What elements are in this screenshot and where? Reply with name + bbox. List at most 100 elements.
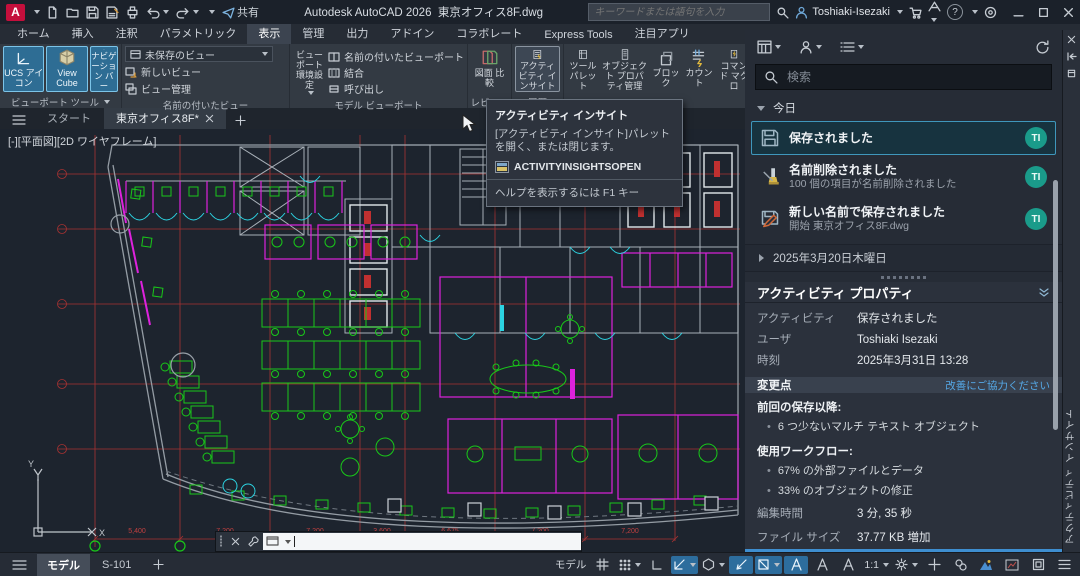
help-menu-caret[interactable] [972, 10, 978, 14]
hardware-acceleration-button[interactable] [1000, 556, 1024, 574]
named-viewports-button[interactable]: 名前の付いたビューポート [328, 49, 464, 64]
ucs-icon-toggle[interactable]: UCS アイコン [3, 46, 44, 92]
refresh-button[interactable] [1035, 40, 1050, 55]
customization-gear-button[interactable] [893, 556, 920, 574]
search-icon[interactable] [776, 6, 789, 19]
command-line[interactable] [215, 531, 582, 552]
user-filter-button[interactable] [799, 40, 822, 54]
section-today[interactable]: 今日 [745, 96, 1062, 120]
help-icon[interactable]: ? [947, 4, 963, 20]
activity-type-filter-button[interactable] [757, 40, 781, 54]
properties-palette-button[interactable]: オブジェクト プロパティ管理 [601, 46, 648, 92]
help-search-input[interactable] [588, 3, 770, 21]
app-menu-caret[interactable] [34, 10, 40, 14]
model-space-button[interactable]: モデル [553, 556, 589, 574]
grid-display-toggle[interactable] [590, 556, 614, 574]
plot-button[interactable] [126, 6, 139, 19]
restore-button[interactable] [1038, 7, 1049, 18]
autodesk-logo-icon[interactable] [928, 0, 941, 25]
redo-button[interactable] [176, 6, 199, 19]
file-tab-menu-icon[interactable] [4, 111, 34, 129]
join-viewports-button[interactable]: 結合 [328, 65, 464, 80]
command-line-customize-icon[interactable] [244, 536, 263, 547]
drawing-compare-button[interactable]: 図面 比較 [471, 46, 508, 92]
collapse-chevron-icon[interactable] [1038, 286, 1050, 298]
tab-parametric[interactable]: パラメトリック [149, 22, 248, 44]
activity-item-purged[interactable]: 名前削除されました 100 個の項目が名前削除されました TI [751, 157, 1056, 197]
qat-customize-caret[interactable] [206, 10, 215, 14]
command-input[interactable] [263, 533, 581, 550]
viewport-controls-label[interactable]: [-][平面図][2D ワイヤフレーム] [8, 133, 156, 149]
layout-menu-icon[interactable] [4, 559, 35, 571]
polar-tracking-toggle[interactable] [671, 556, 698, 574]
palette-vertical-title[interactable]: アクティビティ インサイト [1064, 408, 1079, 544]
properties-header[interactable]: アクティビティ プロパティ [745, 282, 1062, 303]
command-line-close-icon[interactable] [227, 537, 244, 546]
view-manager-button[interactable]: ビュー管理 [125, 81, 286, 96]
restore-viewport-button[interactable]: 呼び出し [328, 81, 464, 96]
tab-insert[interactable]: 挿入 [61, 22, 105, 44]
feedback-icon[interactable] [984, 6, 997, 19]
close-tab-icon[interactable] [205, 114, 214, 123]
tab-addins[interactable]: アドイン [379, 22, 445, 44]
feedback-link[interactable]: 改善にご協力ください [945, 378, 1050, 393]
palette-search-input[interactable] [785, 69, 1043, 85]
viewport-config-button[interactable]: ビューポート 環境設定 [293, 46, 326, 92]
navigation-bar-toggle[interactable]: ナビゲーション バー [90, 46, 118, 92]
activity-item-saved[interactable]: 保存されました TI [751, 121, 1056, 155]
autocad-logo[interactable]: A [6, 4, 25, 21]
annotation-visibility-toggle[interactable] [784, 556, 808, 574]
isolate-objects-button[interactable] [948, 556, 972, 574]
open-file-button[interactable] [66, 6, 79, 19]
minimize-button[interactable] [1013, 7, 1024, 18]
new-file-button[interactable] [46, 6, 59, 19]
annotation-autoscale-toggle[interactable] [810, 556, 834, 574]
tab-annotate[interactable]: 注釈 [105, 22, 149, 44]
tab-collaborate[interactable]: コラボレート [445, 22, 533, 44]
object-snap-toggle[interactable] [755, 556, 782, 574]
view-dropdown[interactable]: 未保存のビュー [125, 46, 273, 62]
new-tab-button[interactable] [227, 112, 254, 129]
tab-featured-apps[interactable]: 注目アプリ [624, 22, 701, 44]
save-as-button[interactable] [106, 6, 119, 19]
annotation-scale-sync-toggle[interactable] [836, 556, 860, 574]
tab-home[interactable]: ホーム [6, 22, 61, 44]
account-menu[interactable]: Toshiaki-Isezaki [795, 6, 903, 19]
tab-output[interactable]: 出力 [335, 22, 379, 44]
palette-properties-icon[interactable] [1067, 69, 1076, 78]
palette-scrollbar[interactable] [1053, 180, 1058, 430]
crosshair-button[interactable] [922, 556, 946, 574]
new-view-button[interactable]: 新しいビュー [125, 64, 286, 79]
clean-screen-button[interactable] [1026, 556, 1050, 574]
save-button[interactable] [86, 6, 99, 19]
isodraft-toggle[interactable] [700, 556, 727, 574]
layout-add-button[interactable] [143, 556, 174, 573]
tab-express-tools[interactable]: Express Tools [533, 26, 623, 44]
layout-tab-s101[interactable]: S-101 [92, 556, 141, 574]
undo-button[interactable] [146, 6, 169, 19]
graphics-performance-button[interactable] [974, 556, 998, 574]
activity-item-saved-as[interactable]: 新しい名前で保存されました 開始 東京オフィス8F.dwg TI [751, 199, 1056, 239]
blocks-palette-button[interactable]: ブロック [650, 46, 682, 92]
tab-manage[interactable]: 管理 [291, 22, 335, 44]
tab-view[interactable]: 表示 [247, 22, 291, 44]
palette-close-icon[interactable] [1067, 35, 1076, 44]
panel-label-viewport-tools[interactable]: ビューポート ツール [0, 95, 121, 108]
annotation-scale-button[interactable]: 1:1 [862, 556, 891, 574]
close-button[interactable] [1063, 7, 1074, 18]
count-palette-button[interactable]: カウント [684, 46, 714, 92]
activity-insights-button[interactable]: アクティビティ インサイト [515, 46, 560, 92]
command-line-grip[interactable] [216, 535, 227, 548]
list-options-button[interactable] [840, 41, 864, 53]
palette-splitter[interactable] [745, 272, 1062, 282]
palette-autohide-icon[interactable] [1067, 52, 1077, 61]
file-tab-start[interactable]: スタート [35, 107, 103, 129]
status-menu-button[interactable] [1052, 556, 1076, 574]
section-older-date[interactable]: 2025年3月20日木曜日 [745, 244, 1062, 272]
ortho-mode-toggle[interactable] [645, 556, 669, 574]
osnap-tracking-toggle[interactable] [729, 556, 753, 574]
tool-palettes-button[interactable]: ツール パレット [567, 46, 599, 92]
snap-mode-toggle[interactable] [616, 556, 643, 574]
store-cart-icon[interactable] [909, 6, 922, 19]
viewcube-toggle[interactable]: View Cube [46, 46, 87, 92]
